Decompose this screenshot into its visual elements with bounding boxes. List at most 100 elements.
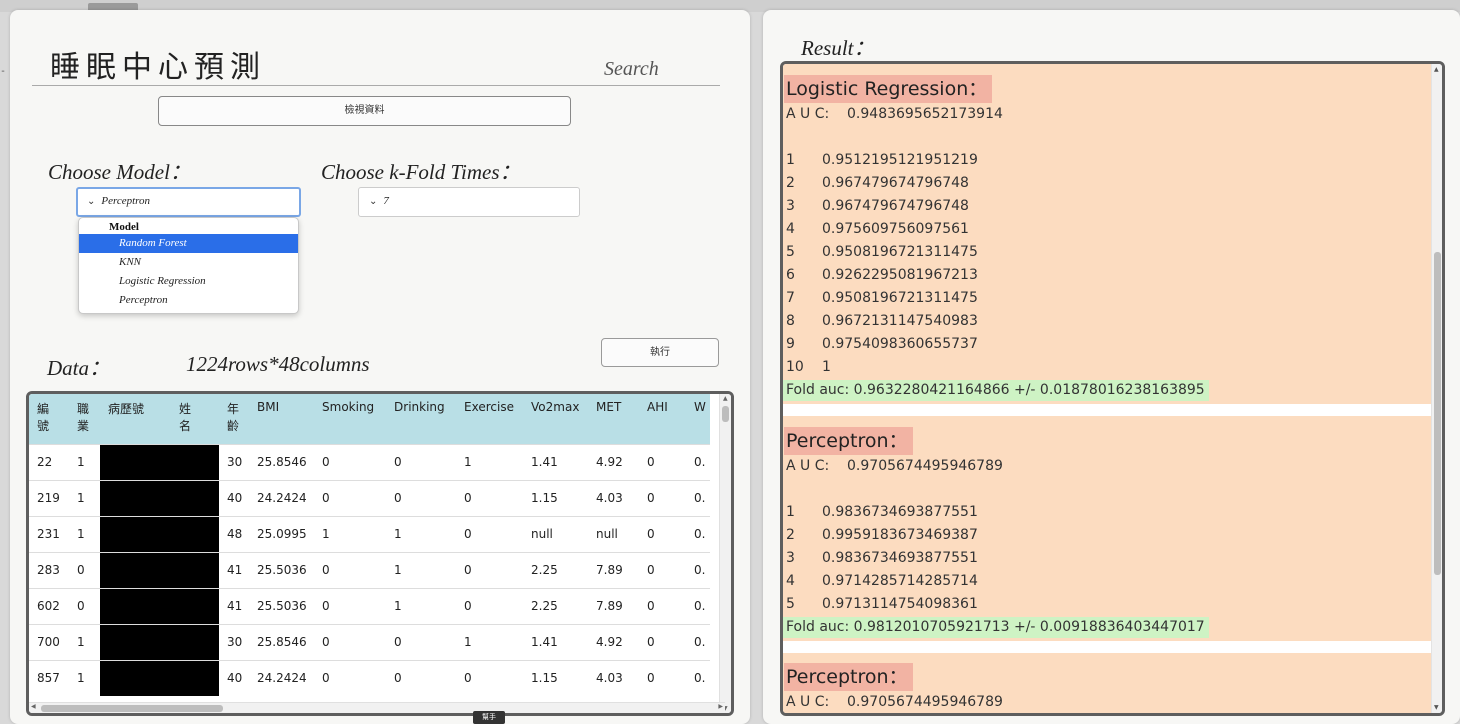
result-spacer <box>783 126 1431 149</box>
table-row: 22 1 30 25.8546 0 0 1 1.41 4.92 0 0. <box>29 443 710 480</box>
search-link[interactable]: Search <box>604 58 659 81</box>
table-cell: 219 <box>29 479 69 516</box>
result-spacer <box>783 478 1431 501</box>
fold-score: 0.967479674796748 <box>822 198 969 214</box>
column-header[interactable]: Drinking <box>386 394 457 444</box>
scroll-left-icon[interactable]: ◀ <box>31 703 36 710</box>
column-header[interactable]: 姓名 <box>171 394 219 444</box>
column-header[interactable]: BMI <box>249 394 315 444</box>
result-vertical-scrollbar[interactable]: ▲ ▼ <box>1431 64 1442 713</box>
table-cell: 0 <box>386 623 457 660</box>
dropdown-option-random-forest[interactable]: Random Forest <box>79 234 298 253</box>
table-cell: 4.03 <box>588 659 640 696</box>
table-cell: 30 <box>219 623 250 660</box>
scroll-down-icon[interactable]: ▼ <box>1434 704 1439 711</box>
scroll-right-icon[interactable]: ▶ <box>718 703 723 710</box>
table-cell: 0 <box>456 479 524 516</box>
table-cell: 1 <box>456 623 524 660</box>
run-button[interactable]: 執行 <box>601 338 719 367</box>
fold-auc-summary: Fold auc: 0.9632280421164866 +/- 0.01878… <box>783 380 1209 401</box>
table-cell: 40 <box>219 659 250 696</box>
table-cell: 0 <box>386 659 457 696</box>
dropdown-option-logistic-regression[interactable]: Logistic Regression <box>79 272 298 291</box>
table-cell: 1 <box>386 551 457 588</box>
table-cell: 0. <box>686 479 710 516</box>
redacted-cell <box>100 623 171 660</box>
column-header[interactable]: 編號 <box>29 394 69 444</box>
data-shape: 1224rows*48columns <box>186 352 370 376</box>
column-header[interactable]: Exercise <box>456 394 524 444</box>
column-header[interactable]: Vo2max <box>523 394 589 444</box>
fold-index: 3 <box>786 198 795 214</box>
kfold-select[interactable]: ⌄ 7 <box>358 187 580 217</box>
table-cell: 0 <box>314 479 387 516</box>
fold-score: 0.9262295081967213 <box>822 267 978 283</box>
column-header[interactable]: MET <box>588 394 640 444</box>
table-cell: 0 <box>69 551 100 588</box>
fold-result-row: 3 0.967479674796748 <box>783 195 1431 218</box>
fold-index: 9 <box>786 336 795 352</box>
dropdown-option-knn[interactable]: KNN <box>79 253 298 272</box>
table-cell: 0 <box>456 515 524 552</box>
column-header[interactable]: 病歷號 <box>100 394 171 444</box>
table-cell: 41 <box>219 587 250 624</box>
fold-result-row: 9 0.9754098360655737 <box>783 333 1431 356</box>
scroll-up-icon[interactable]: ▲ <box>723 395 728 402</box>
model-select-value: Perceptron <box>101 195 151 207</box>
table-cell: 25.8546 <box>249 443 315 480</box>
table-cell: 0. <box>686 587 710 624</box>
table-cell: 0 <box>456 551 524 588</box>
chevron-down-icon: ⌄ <box>369 196 378 207</box>
table-cell: 1 <box>314 515 387 552</box>
table-cell: 0 <box>314 551 387 588</box>
table-cell: 1.15 <box>523 479 589 516</box>
result-box: Logistic Regression： A U C: 0.94836956521… <box>780 61 1445 716</box>
data-label: Data： <box>47 356 110 380</box>
redacted-cell <box>171 551 219 588</box>
scrollbar-thumb[interactable] <box>722 406 729 422</box>
table-cell: 857 <box>29 659 69 696</box>
table-cell: 0 <box>639 623 687 660</box>
table-cell: 0 <box>314 587 387 624</box>
scrollbar-thumb[interactable] <box>1434 252 1441 575</box>
table-vertical-scrollbar[interactable]: ▲ ▼ <box>719 394 731 713</box>
fold-score: 0.9959183673469387 <box>822 527 978 543</box>
result-model-name: Perceptron： <box>784 663 913 691</box>
table-cell: 0. <box>686 551 710 588</box>
choose-model-label: Choose Model： <box>48 160 191 184</box>
column-header[interactable]: W <box>686 394 710 444</box>
dropdown-group-label: Model <box>109 221 139 233</box>
table-cell: 22 <box>29 443 69 480</box>
table-cell: 0 <box>639 659 687 696</box>
table-cell: 0. <box>686 515 710 552</box>
fold-index: 2 <box>786 175 795 191</box>
tooltip: 幫手 <box>473 711 505 724</box>
column-header[interactable]: AHI <box>639 394 687 444</box>
data-table: 編號 職業 病歷號 姓名 年齡 BMI Smoking Drinking Exe… <box>29 394 710 696</box>
table-cell: 0 <box>314 659 387 696</box>
fold-score: 0.9508196721311475 <box>822 244 978 260</box>
table-horizontal-scrollbar[interactable]: ◀ ▶ <box>29 702 725 713</box>
column-header[interactable]: 職業 <box>69 394 100 444</box>
table-cell: null <box>588 515 640 552</box>
dropdown-option-perceptron[interactable]: Perceptron <box>79 291 298 310</box>
chevron-down-icon: ⌄ <box>87 196 96 207</box>
table-row: 283 0 41 25.5036 0 1 0 2.25 7.89 0 0. <box>29 551 710 588</box>
fold-result-row: 6 0.9262295081967213 <box>783 264 1431 287</box>
fold-result-row: 10 1 <box>783 356 1431 379</box>
column-header[interactable]: Smoking <box>314 394 387 444</box>
scroll-up-icon[interactable]: ▲ <box>1434 66 1439 73</box>
table-cell: 0 <box>639 443 687 480</box>
fold-result-row: 8 0.9672131147540983 <box>783 310 1431 333</box>
table-cell: 40 <box>219 479 250 516</box>
view-data-button[interactable]: 檢視資料 <box>158 96 571 126</box>
data-table-frame: 編號 職業 病歷號 姓名 年齡 BMI Smoking Drinking Exe… <box>26 391 734 716</box>
model-select[interactable]: ⌄ Perceptron <box>76 187 301 217</box>
fold-score: 0.9672131147540983 <box>822 313 978 329</box>
fold-result-row: 5 0.9713114754098361 <box>783 593 1431 616</box>
column-header[interactable]: 年齡 <box>219 394 250 444</box>
scrollbar-thumb[interactable] <box>41 705 223 712</box>
fold-result-row: 2 0.967479674796748 <box>783 172 1431 195</box>
fold-score: 0.9512195121951219 <box>822 152 978 168</box>
result-content: Logistic Regression： A U C: 0.94836956521… <box>783 64 1431 713</box>
